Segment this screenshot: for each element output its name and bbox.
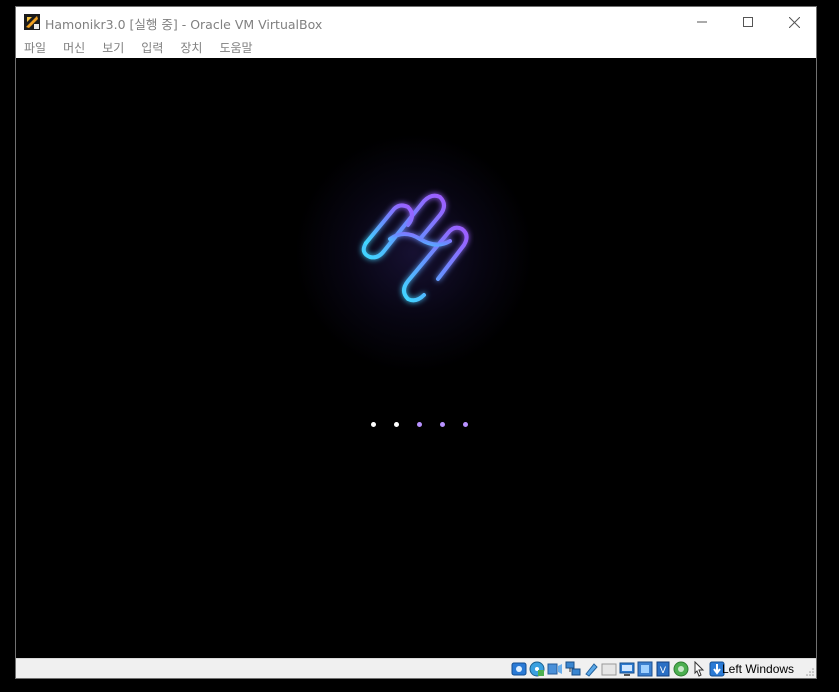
usb-icon[interactable] — [583, 661, 599, 677]
menu-view[interactable]: 보기 — [102, 39, 124, 56]
menu-devices[interactable]: 장치 — [180, 39, 202, 56]
menu-help[interactable]: 도움말 — [219, 39, 252, 56]
menu-input[interactable]: 입력 — [141, 39, 163, 56]
video-capture-icon[interactable] — [637, 661, 653, 677]
maximize-button[interactable] — [725, 7, 771, 37]
menu-machine[interactable]: 머신 — [63, 39, 85, 56]
menu-bar: 파일 머신 보기 입력 장치 도움말 — [16, 37, 816, 58]
mouse-integration-icon[interactable] — [691, 661, 707, 677]
guest-display[interactable] — [16, 58, 816, 658]
virtualbox-window: Hamonikr3.0 [실행 중] - Oracle VM VirtualBo… — [15, 6, 817, 679]
cpu-icon[interactable]: V — [655, 661, 671, 677]
menu-file[interactable]: 파일 — [24, 39, 46, 56]
loading-indicator — [366, 422, 476, 430]
minimize-button[interactable] — [679, 7, 725, 37]
network-icon[interactable] — [565, 661, 581, 677]
close-icon — [788, 16, 800, 28]
status-icons: V — [511, 661, 727, 677]
host-key-label[interactable]: Left Windows — [722, 662, 794, 676]
display-icon[interactable] — [619, 661, 635, 677]
guest-additions-icon[interactable] — [673, 661, 689, 677]
virtualbox-app-icon[interactable] — [24, 14, 40, 30]
maximize-icon — [743, 17, 753, 27]
hard-disk-icon[interactable] — [511, 661, 527, 677]
loading-dot — [440, 422, 445, 427]
loading-dot — [417, 422, 422, 427]
loading-dot — [463, 422, 468, 427]
audio-icon[interactable] — [547, 661, 563, 677]
resize-grip-icon[interactable] — [806, 668, 814, 676]
loading-dot — [371, 422, 376, 427]
title-bar[interactable]: Hamonikr3.0 [실행 중] - Oracle VM VirtualBo… — [16, 7, 816, 37]
close-button[interactable] — [771, 7, 817, 37]
hamonikr-logo-icon — [361, 193, 469, 303]
minimize-icon — [697, 21, 707, 23]
shared-folders-icon[interactable] — [601, 661, 617, 677]
optical-drive-icon[interactable] — [529, 661, 545, 677]
loading-dot — [394, 422, 399, 427]
svg-text:V: V — [660, 666, 667, 676]
window-title: Hamonikr3.0 [실행 중] - Oracle VM VirtualBo… — [45, 17, 323, 32]
status-bar: V Left Windows — [16, 658, 816, 678]
